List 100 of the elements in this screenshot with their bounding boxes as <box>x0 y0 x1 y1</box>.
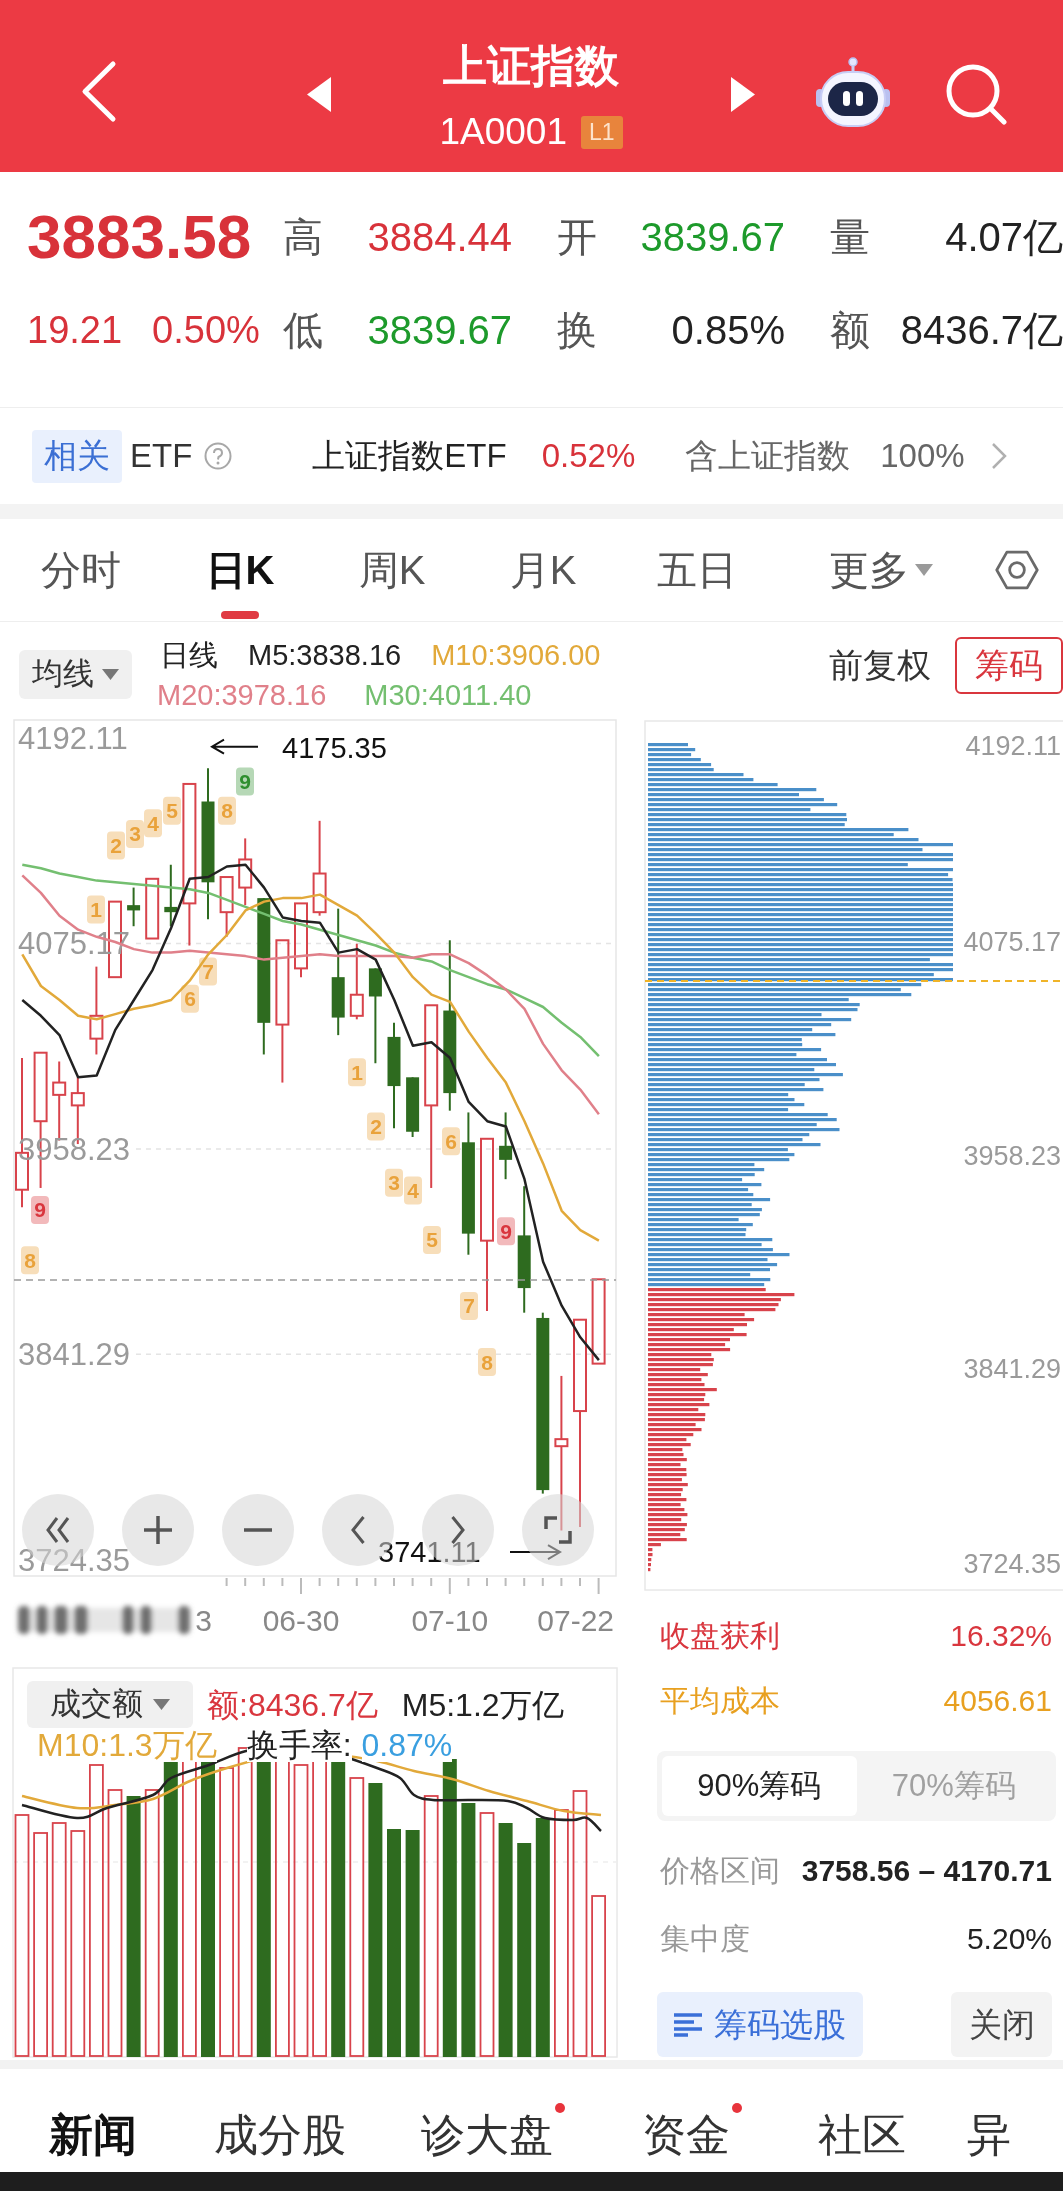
bottom-tab[interactable]: 社区 <box>806 2102 918 2161</box>
fund-change: 0.52% <box>541 436 636 477</box>
period-tab[interactable]: 五日 <box>620 519 774 621</box>
stat-label: 收盘获利 <box>660 1617 780 1654</box>
period-tab[interactable]: 分时 <box>0 519 162 621</box>
close-button[interactable]: 关闭 <box>951 1992 1052 2057</box>
price-axis-label: 4192.11 <box>18 721 128 757</box>
stat-value: 3839.67 <box>366 307 512 354</box>
sequence-count-badge: 2 <box>367 1112 385 1141</box>
list-icon <box>674 2012 702 2037</box>
index-title: 上证指数 <box>443 40 619 92</box>
sequence-count-badge: 8 <box>218 796 236 825</box>
stat-label: 价格区间 <box>660 1852 780 1889</box>
sequence-count-badge: 8 <box>21 1246 39 1275</box>
minus-icon <box>244 1528 272 1532</box>
sequence-count-badge: 1 <box>348 1058 366 1087</box>
period-tab[interactable]: 日K <box>162 519 318 621</box>
next-triangle-icon[interactable] <box>731 77 755 112</box>
low-price-arrow <box>509 1544 562 1561</box>
volume-legend-item: 换手率: <box>246 1728 352 1762</box>
moving-average-label: M30:4011.40 <box>364 678 532 714</box>
indicator-dropdown[interactable]: 成交额 <box>27 1681 193 1728</box>
price-axis-label: 4075.17 <box>963 927 1061 957</box>
price-axis-label: 3724.35 <box>18 1542 131 1578</box>
sequence-count-badge: 6 <box>442 1127 460 1156</box>
related-tag: 相关 <box>32 429 122 483</box>
sequence-count-badge: 5 <box>423 1226 441 1254</box>
period-tab[interactable]: 月K <box>466 519 620 621</box>
date-axis-label: 07-22 <box>537 1604 614 1637</box>
sequence-count-badge: 9 <box>236 767 254 796</box>
stat-label: 集中度 <box>660 1920 750 1957</box>
price-axis-label: 3958.23 <box>963 1141 1061 1171</box>
period-tab[interactable]: 周K <box>318 519 466 621</box>
sequence-count-badge: 5 <box>163 796 181 825</box>
period-tab[interactable]: 更多 <box>774 519 988 621</box>
range-tab[interactable]: 90%筹码 <box>662 1756 857 1816</box>
search-icon[interactable] <box>945 63 1007 125</box>
adjust-mode: 前复权 <box>829 645 931 686</box>
stat-value: 16.32% <box>950 1617 1052 1654</box>
sequence-count-badge: 3 <box>126 819 144 848</box>
moving-average-label: M20:3978.16 <box>157 678 327 714</box>
previous-triangle-icon[interactable] <box>307 77 331 112</box>
robot-icon[interactable] <box>815 57 891 127</box>
stat-value: 3839.67 <box>639 214 785 261</box>
caret-down-icon <box>915 564 933 576</box>
stat-label: 量 <box>829 214 870 261</box>
candle <box>127 886 141 928</box>
chips-toggle[interactable]: 筹码 <box>955 637 1063 694</box>
bottom-tab[interactable]: 资金 <box>630 2102 742 2161</box>
index-code: 1A0001 <box>439 112 567 152</box>
price-change: 19.21 <box>27 308 123 353</box>
plus-icon <box>144 1516 172 1544</box>
stat-value: 8436.7亿 <box>899 307 1063 354</box>
stat-label: 换 <box>556 307 597 354</box>
indicator-dropdown[interactable]: 均线 <box>19 650 132 699</box>
double-chevron-left-icon <box>46 1517 70 1543</box>
sequence-count-badge: 6 <box>181 984 199 1013</box>
date-axis-label: 06-30 <box>262 1604 340 1637</box>
stat-label: 平均成本 <box>660 1682 780 1719</box>
bottom-tab[interactable]: 成分股 <box>202 2102 358 2161</box>
caret-down-icon <box>153 1699 170 1710</box>
high-price-label: 4175.35 <box>282 731 387 764</box>
date-axis-label: 07-10 <box>411 1604 489 1637</box>
sequence-count-badge: 3 <box>385 1168 403 1197</box>
stat-value: 4056.61 <box>943 1682 1052 1719</box>
sequence-count-badge: 4 <box>144 809 162 838</box>
bottom-tab[interactable]: 诊大盘 <box>409 2102 565 2161</box>
chip-screener-button[interactable]: 筹码选股 <box>657 1992 863 2057</box>
stat-label: 开 <box>556 214 597 261</box>
bottom-tab[interactable]: 新闻 <box>37 2102 149 2161</box>
stat-label: 高 <box>282 214 323 261</box>
sequence-count-badge: 8 <box>478 1348 496 1377</box>
caret-down-icon <box>102 669 119 680</box>
candle <box>499 1111 513 1181</box>
volume-legend-item: M5:1.2万亿 <box>401 1687 564 1722</box>
candle <box>238 837 253 907</box>
corner-brackets-icon <box>544 1516 572 1544</box>
fund-name: 上证指数ETF <box>312 436 507 477</box>
sequence-count-badge: 2 <box>107 831 125 860</box>
stat-value: 5.20% <box>966 1920 1052 1957</box>
stat-value: 0.85% <box>670 307 785 354</box>
candle <box>164 863 178 928</box>
high-price-arrow <box>210 738 259 755</box>
change-percent: 0.50% <box>152 308 260 353</box>
sequence-count-badge: 9 <box>31 1195 49 1224</box>
stat-value: 3758.56 – 4170.71 <box>801 1852 1052 1889</box>
volume-legend-item: M10:1.3万亿 <box>37 1728 217 1762</box>
sequence-count-badge: 9 <box>497 1217 515 1246</box>
stat-label: 额 <box>829 307 870 354</box>
stat-value: 3884.44 <box>366 214 512 261</box>
period-label: 日线 <box>160 638 218 674</box>
back-icon[interactable] <box>79 60 117 123</box>
current-price: 3883.58 <box>27 201 253 273</box>
sequence-count-badge: 4 <box>404 1176 422 1205</box>
sequence-count-badge: 7 <box>460 1291 478 1320</box>
etf-label: ETF <box>130 436 193 477</box>
bottom-tab[interactable]: 异 <box>955 2102 1023 2161</box>
low-price-label: 3741.11 <box>378 1536 481 1569</box>
volume-legend-item: 额:8436.7亿 <box>207 1687 378 1722</box>
candle <box>219 876 234 938</box>
